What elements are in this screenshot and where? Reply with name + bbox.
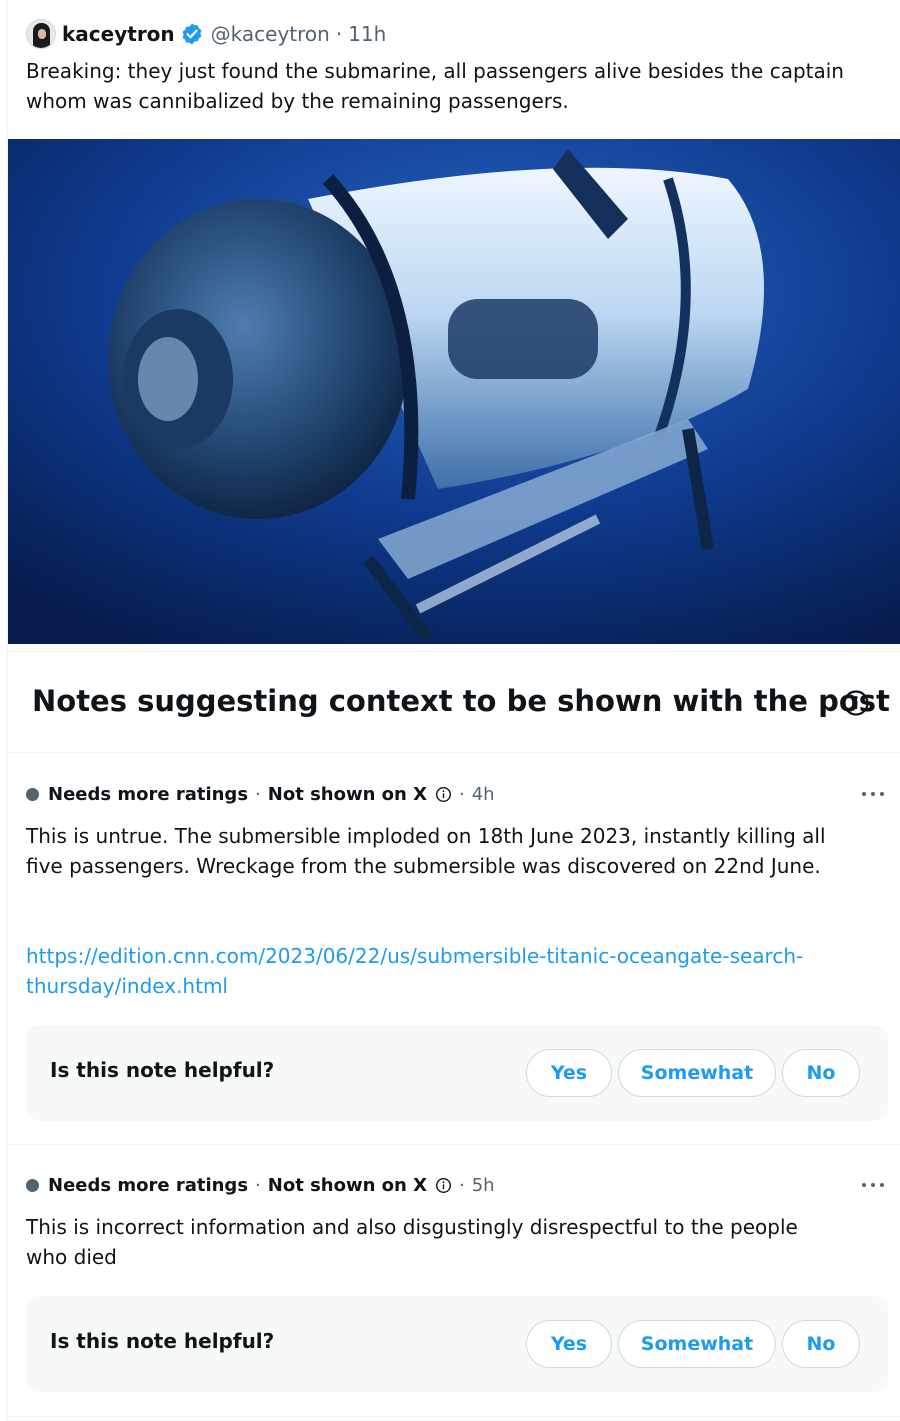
more-options-icon[interactable] (860, 783, 886, 805)
somewhat-button[interactable]: Somewhat (618, 1049, 776, 1097)
post-timestamp[interactable]: 11h (348, 22, 386, 46)
verified-badge-icon (182, 23, 202, 45)
notes-section-title: Notes suggesting context to be shown wit… (32, 684, 890, 718)
user-handle[interactable]: @kaceytron (211, 22, 330, 46)
yes-button[interactable]: Yes (526, 1049, 612, 1097)
info-icon[interactable] (435, 786, 452, 803)
helpful-rating-box: Is this note helpful? Yes Somewhat No (26, 1296, 888, 1392)
no-button[interactable]: No (782, 1049, 860, 1097)
display-name[interactable]: kaceytron (62, 22, 175, 46)
note-source-link[interactable]: https://edition.cnn.com/2023/06/22/us/su… (26, 941, 826, 1001)
submarine-photo (8, 139, 900, 644)
status-dot-icon (26, 787, 39, 801)
note-status: Needs more ratings (48, 1174, 249, 1196)
status-dot-icon (26, 1178, 39, 1192)
no-button[interactable]: No (782, 1320, 860, 1368)
helpful-question: Is this note helpful? (50, 1329, 275, 1353)
post-header: kaceytron @kaceytron · 11h (26, 18, 386, 50)
community-note: Needs more ratings · Not shown on X · 4h… (8, 779, 900, 1145)
profile-avatar[interactable] (26, 19, 56, 49)
note-meta: Needs more ratings · Not shown on X · 4h (26, 779, 495, 809)
separator-dot: · (335, 22, 343, 46)
somewhat-button[interactable]: Somewhat (618, 1320, 776, 1368)
note-visibility: Not shown on X (267, 783, 427, 805)
post-text: Breaking: they just found the submarine,… (26, 59, 844, 113)
community-note: Needs more ratings · Not shown on X · 5h… (8, 1170, 900, 1417)
note-visibility: Not shown on X (267, 1174, 427, 1196)
helpful-question: Is this note helpful? (50, 1058, 275, 1082)
info-icon[interactable] (842, 689, 870, 717)
more-options-icon[interactable] (860, 1174, 886, 1196)
yes-button[interactable]: Yes (526, 1320, 612, 1368)
note-status: Needs more ratings (48, 783, 249, 805)
info-icon[interactable] (435, 1177, 452, 1194)
separator-dot: · (255, 1174, 261, 1196)
separator-dot: · (255, 783, 261, 805)
note-text: This is incorrect information and also d… (26, 1215, 798, 1269)
separator-dot: · (459, 783, 465, 805)
helpful-rating-box: Is this note helpful? Yes Somewhat No (26, 1025, 888, 1121)
note-text: This is untrue. The submersible imploded… (26, 824, 826, 878)
note-timestamp: 5h (471, 1174, 495, 1196)
post-image[interactable] (8, 139, 900, 644)
notes-section-header: Notes suggesting context to be shown wit… (8, 651, 900, 753)
note-timestamp: 4h (471, 783, 495, 805)
separator-dot: · (459, 1174, 465, 1196)
note-meta: Needs more ratings · Not shown on X · 5h (26, 1170, 495, 1200)
